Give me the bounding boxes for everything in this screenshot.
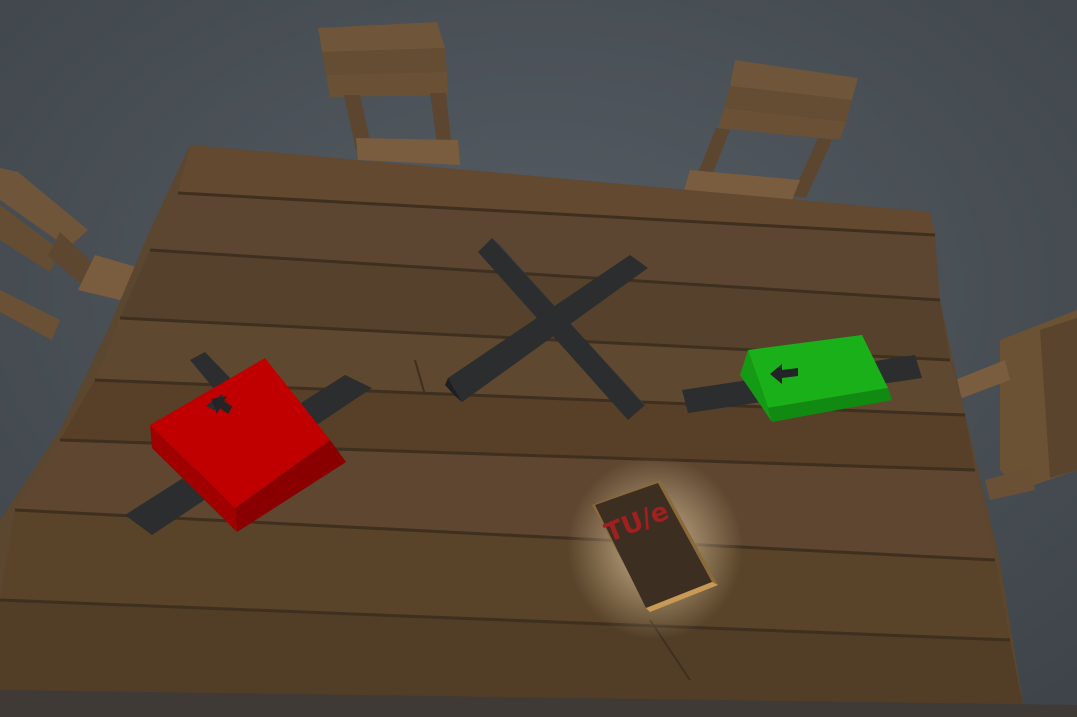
game-scene: TU/e bbox=[0, 0, 1077, 717]
